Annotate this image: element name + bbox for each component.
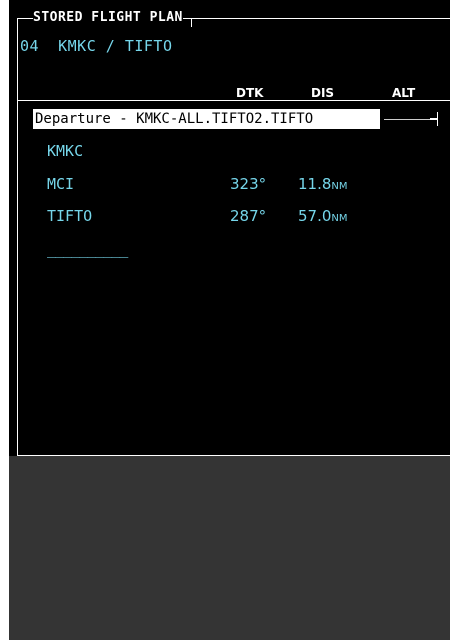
distance-value: 11.8: [298, 175, 332, 193]
window-frame-top: [192, 18, 450, 19]
distance-unit: NM: [331, 181, 348, 192]
window-frame-hook: [183, 18, 192, 27]
waypoint-dtk: 287°: [230, 207, 267, 225]
window-frame-left: [17, 18, 18, 455]
window-title: STORED FLIGHT PLAN: [33, 10, 183, 25]
procedure-connector-tick: [437, 112, 438, 126]
waypoint-distance: 11.8NM: [298, 175, 348, 196]
column-header-dtk: DTK: [236, 86, 264, 100]
column-header-dis: DIS: [311, 86, 335, 100]
waypoint-dtk: 323°: [230, 175, 267, 193]
waypoint-name[interactable]: KMKC: [47, 142, 83, 160]
waypoint-name[interactable]: MCI: [47, 175, 74, 193]
waypoint-distance: 57.0NM: [298, 207, 348, 228]
window-frame-bottom: [17, 455, 450, 456]
window-frame-corner: [17, 18, 33, 27]
procedure-connector-line: [384, 119, 430, 120]
plan-route: KMKC / TIFTO: [58, 37, 173, 55]
header-divider: [17, 100, 450, 101]
flight-plan-id: 04 KMKC / TIFTO: [20, 37, 173, 55]
plan-number: 04: [20, 37, 40, 55]
empty-waypoint-entry[interactable]: __________: [47, 240, 128, 258]
distance-value: 57.0: [298, 207, 332, 225]
waypoint-name[interactable]: TIFTO: [47, 207, 92, 225]
distance-unit: NM: [331, 213, 348, 224]
departure-procedure-row[interactable]: Departure - KMKC-ALL.TIFTO2.TIFTO: [33, 109, 380, 129]
departure-label: Departure - KMKC-ALL.TIFTO2.TIFTO: [35, 111, 314, 127]
column-header-alt: ALT: [392, 86, 416, 100]
lower-panel: [9, 456, 450, 640]
